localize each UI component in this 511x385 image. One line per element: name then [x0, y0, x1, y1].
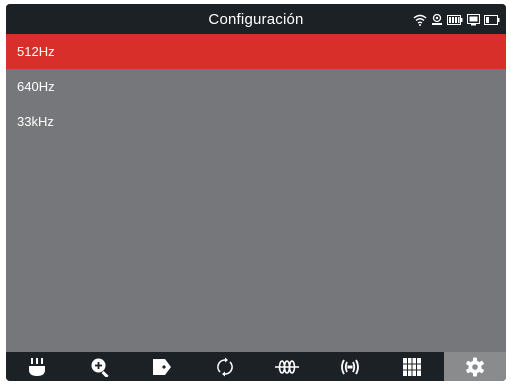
list-item-33khz[interactable]: 33kHz [6, 104, 506, 139]
battery-low-icon [484, 14, 500, 25]
app-window: Configuración 512Hz 640Hz 33kHz [6, 4, 506, 381]
list-item-640hz[interactable]: 640Hz [6, 69, 506, 104]
tool-settings[interactable] [443, 352, 506, 381]
gear-icon [465, 357, 484, 376]
frequency-list: 512Hz 640Hz 33kHz [6, 34, 506, 352]
refresh-icon [216, 357, 233, 376]
coil-icon [275, 359, 300, 374]
header-bar: Configuración [6, 4, 506, 34]
zoom-in-icon [91, 358, 109, 377]
device-icon [467, 13, 480, 25]
grid-icon [403, 357, 422, 376]
tool-locator[interactable] [6, 352, 69, 381]
status-icons [413, 13, 500, 26]
list-item-label: 33kHz [17, 114, 54, 129]
tool-refresh[interactable] [194, 352, 257, 381]
tool-grid[interactable] [381, 352, 444, 381]
tool-coil[interactable] [256, 352, 319, 381]
gps-icon [432, 13, 442, 25]
tag-icon [153, 358, 172, 375]
battery-full-icon [447, 14, 463, 25]
bottom-toolbar [6, 352, 506, 381]
list-item-label: 640Hz [17, 79, 55, 94]
locator-icon [29, 357, 46, 376]
tool-tag[interactable] [131, 352, 194, 381]
tool-zoom[interactable] [69, 352, 132, 381]
tool-signal[interactable] [319, 352, 382, 381]
list-item-512hz[interactable]: 512Hz [6, 34, 506, 69]
wifi-icon [413, 14, 427, 26]
signal-icon [340, 359, 359, 374]
list-item-label: 512Hz [17, 44, 55, 59]
